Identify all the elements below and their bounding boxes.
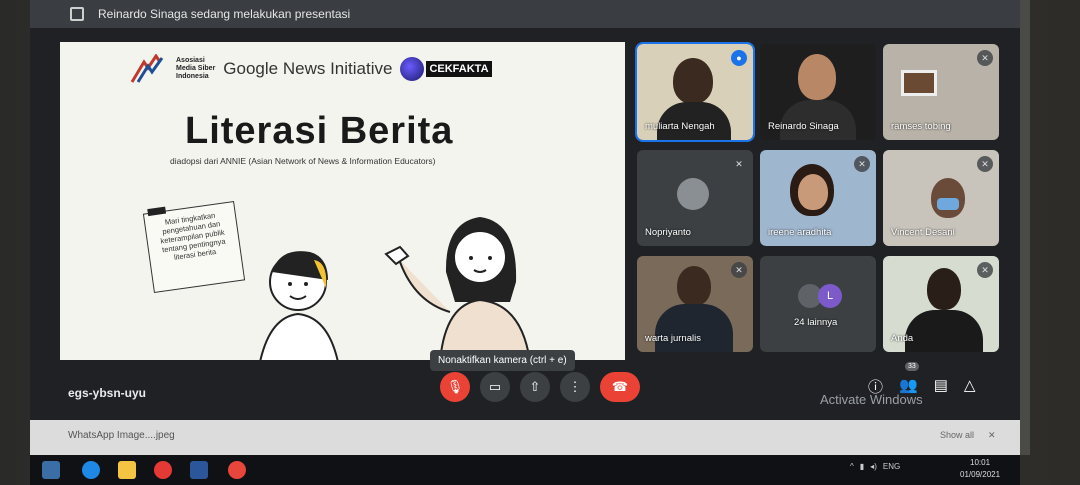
presenting-bar: Reinardo Sinaga sedang melakukan present… [30,0,1020,28]
activate-windows-watermark: Activate Windows [820,392,923,407]
windows-taskbar: ^ ▮ ◂) ENG 10:01 01/09/2021 [30,455,1020,485]
gni-logo: Google News Initiative [223,59,393,78]
participant-video [673,58,713,104]
participant-video [927,268,961,310]
edge-icon[interactable] [82,461,100,479]
cekfakta-circle-icon [400,57,425,81]
mic-off-icon: 🎙 [446,379,464,394]
present-screen-icon: ⇧ [529,379,541,394]
participant-tile[interactable]: ✕ Vincent Desani [883,150,999,246]
others-avatar-letter: L [818,284,842,308]
participant-tile[interactable]: ● muliarta Nengah [635,42,755,142]
cekfakta-logo: CEKFAKTA [400,57,492,81]
language-indicator[interactable]: ENG [883,462,900,471]
mic-muted-icon: ✕ [977,262,993,278]
participant-tile[interactable]: ✕ warta jurnalis [637,256,753,352]
participant-video [677,266,711,306]
mic-muted-icon: ✕ [854,156,870,172]
present-icon [70,7,84,21]
chat-icon[interactable]: ▤ [934,376,948,397]
mic-muted-icon: ✕ [731,156,747,172]
participant-name: warta jurnalis [645,333,701,344]
meet-controls-bar: egs-ybsn-uyu 🎙 ▭ ⇧ ⋮ ☎ 33 ⓘ 👥 ▤ △ Activa… [30,358,1020,420]
participant-tile[interactable]: Reinardo Sinaga [760,44,876,140]
mic-muted-icon: ✕ [731,262,747,278]
participant-name: Anda [891,333,914,344]
mask-shape [937,198,959,210]
present-button[interactable]: ⇧ [520,372,550,402]
participant-video [901,70,937,96]
participant-name: muliarta Nengah [645,121,715,132]
others-count: 24 lainnya [794,317,838,328]
meet-stage: Asosiasi Media Siber Indonesia Google Ne… [30,28,1020,420]
leave-call-button[interactable]: ☎ [600,372,640,402]
word-icon[interactable] [190,461,208,479]
clock-time: 10:01 [970,458,991,467]
slide-subtitle: diadopsi dari ANNIE (Asian Network of Ne… [170,156,436,166]
call-controls: 🎙 ▭ ⇧ ⋮ ☎ [440,372,640,402]
slide-logos: Asosiasi Media Siber Indonesia Google Ne… [130,54,492,84]
amsi-line-3: Indonesia [176,73,209,80]
participant-video [798,54,836,100]
more-options-button[interactable]: ⋮ [560,372,590,402]
monitor-screen: Reinardo Sinaga sedang melakukan present… [30,0,1020,455]
participant-name: Nopriyanto [645,227,691,238]
participant-avatar [677,178,709,210]
tray-arrow-icon[interactable]: ^ [850,462,854,471]
amsi-line-2: Media Siber [176,65,216,72]
meeting-code: egs-ybsn-uyu [68,386,147,400]
participant-face [798,174,828,210]
cekfakta-text: CEKFAKTA [426,61,492,77]
participant-tile[interactable]: ✕ ramses tobing [883,44,999,140]
participant-name: ramses tobing [891,121,951,132]
close-icon[interactable]: ✕ [988,430,996,441]
presenting-text: Reinardo Sinaga sedang melakukan present… [98,7,351,21]
mic-muted-icon: ✕ [977,156,993,172]
side-bezel [1020,0,1030,455]
hangup-icon: ☎ [611,379,629,394]
show-all-link[interactable]: Show all [940,430,974,441]
amsi-line-1: Asosiasi [176,57,205,64]
activities-icon[interactable]: △ [964,376,976,397]
participant-tile[interactable]: ✕ Anda [883,256,999,352]
people-count-badge: 33 [905,362,919,371]
participant-name: Vincent Desani [891,227,955,238]
more-vert-icon: ⋮ [568,379,582,394]
download-item[interactable]: WhatsApp Image....jpeg [68,430,175,441]
clock-date: 01/09/2021 [960,470,1001,479]
slide-note: Mari tingkatkan pengetahuan dan keteramp… [142,200,246,294]
participant-grid: ● muliarta Nengah Reinardo Sinaga ✕ rams… [635,42,999,352]
slide-title: Literasi Berita [185,110,454,152]
download-bar: WhatsApp Image....jpeg Show all ✕ [30,420,1020,455]
speaking-icon: ● [731,50,747,66]
chrome-icon[interactable] [228,461,246,479]
others-tile[interactable]: L 24 lainnya [760,256,876,352]
participant-name: Reinardo Sinaga [768,121,839,132]
volume-icon[interactable]: ◂) [870,462,877,471]
note-text: Mari tingkatkan pengetahuan dan keteramp… [159,210,227,262]
participant-tile[interactable]: ✕ ireene aradhita [760,150,876,246]
participant-body [780,100,856,140]
participant-body [655,304,733,352]
clip-icon [147,206,167,217]
participant-tile[interactable]: ✕ Nopriyanto [637,150,753,246]
camera-toggle-button[interactable]: ▭ [480,372,510,402]
start-icon[interactable] [42,461,60,479]
participant-body [905,310,983,352]
system-tray: ^ ▮ ◂) ENG [850,462,900,471]
camera-icon: ▭ [488,379,502,394]
shared-slide: Asosiasi Media Siber Indonesia Google Ne… [60,42,625,360]
illustration-people [259,217,531,360]
network-icon[interactable]: ▮ [860,462,864,471]
mic-toggle-button[interactable]: 🎙 [440,372,470,402]
amsi-logo: Asosiasi Media Siber Indonesia [130,54,215,84]
amsi-mark-icon [130,54,164,83]
mic-muted-icon: ✕ [977,50,993,66]
folder-icon[interactable] [118,461,136,479]
participant-name: ireene aradhita [768,227,832,238]
opera-icon[interactable] [154,461,172,479]
clock[interactable]: 10:01 01/09/2021 [960,457,1000,481]
